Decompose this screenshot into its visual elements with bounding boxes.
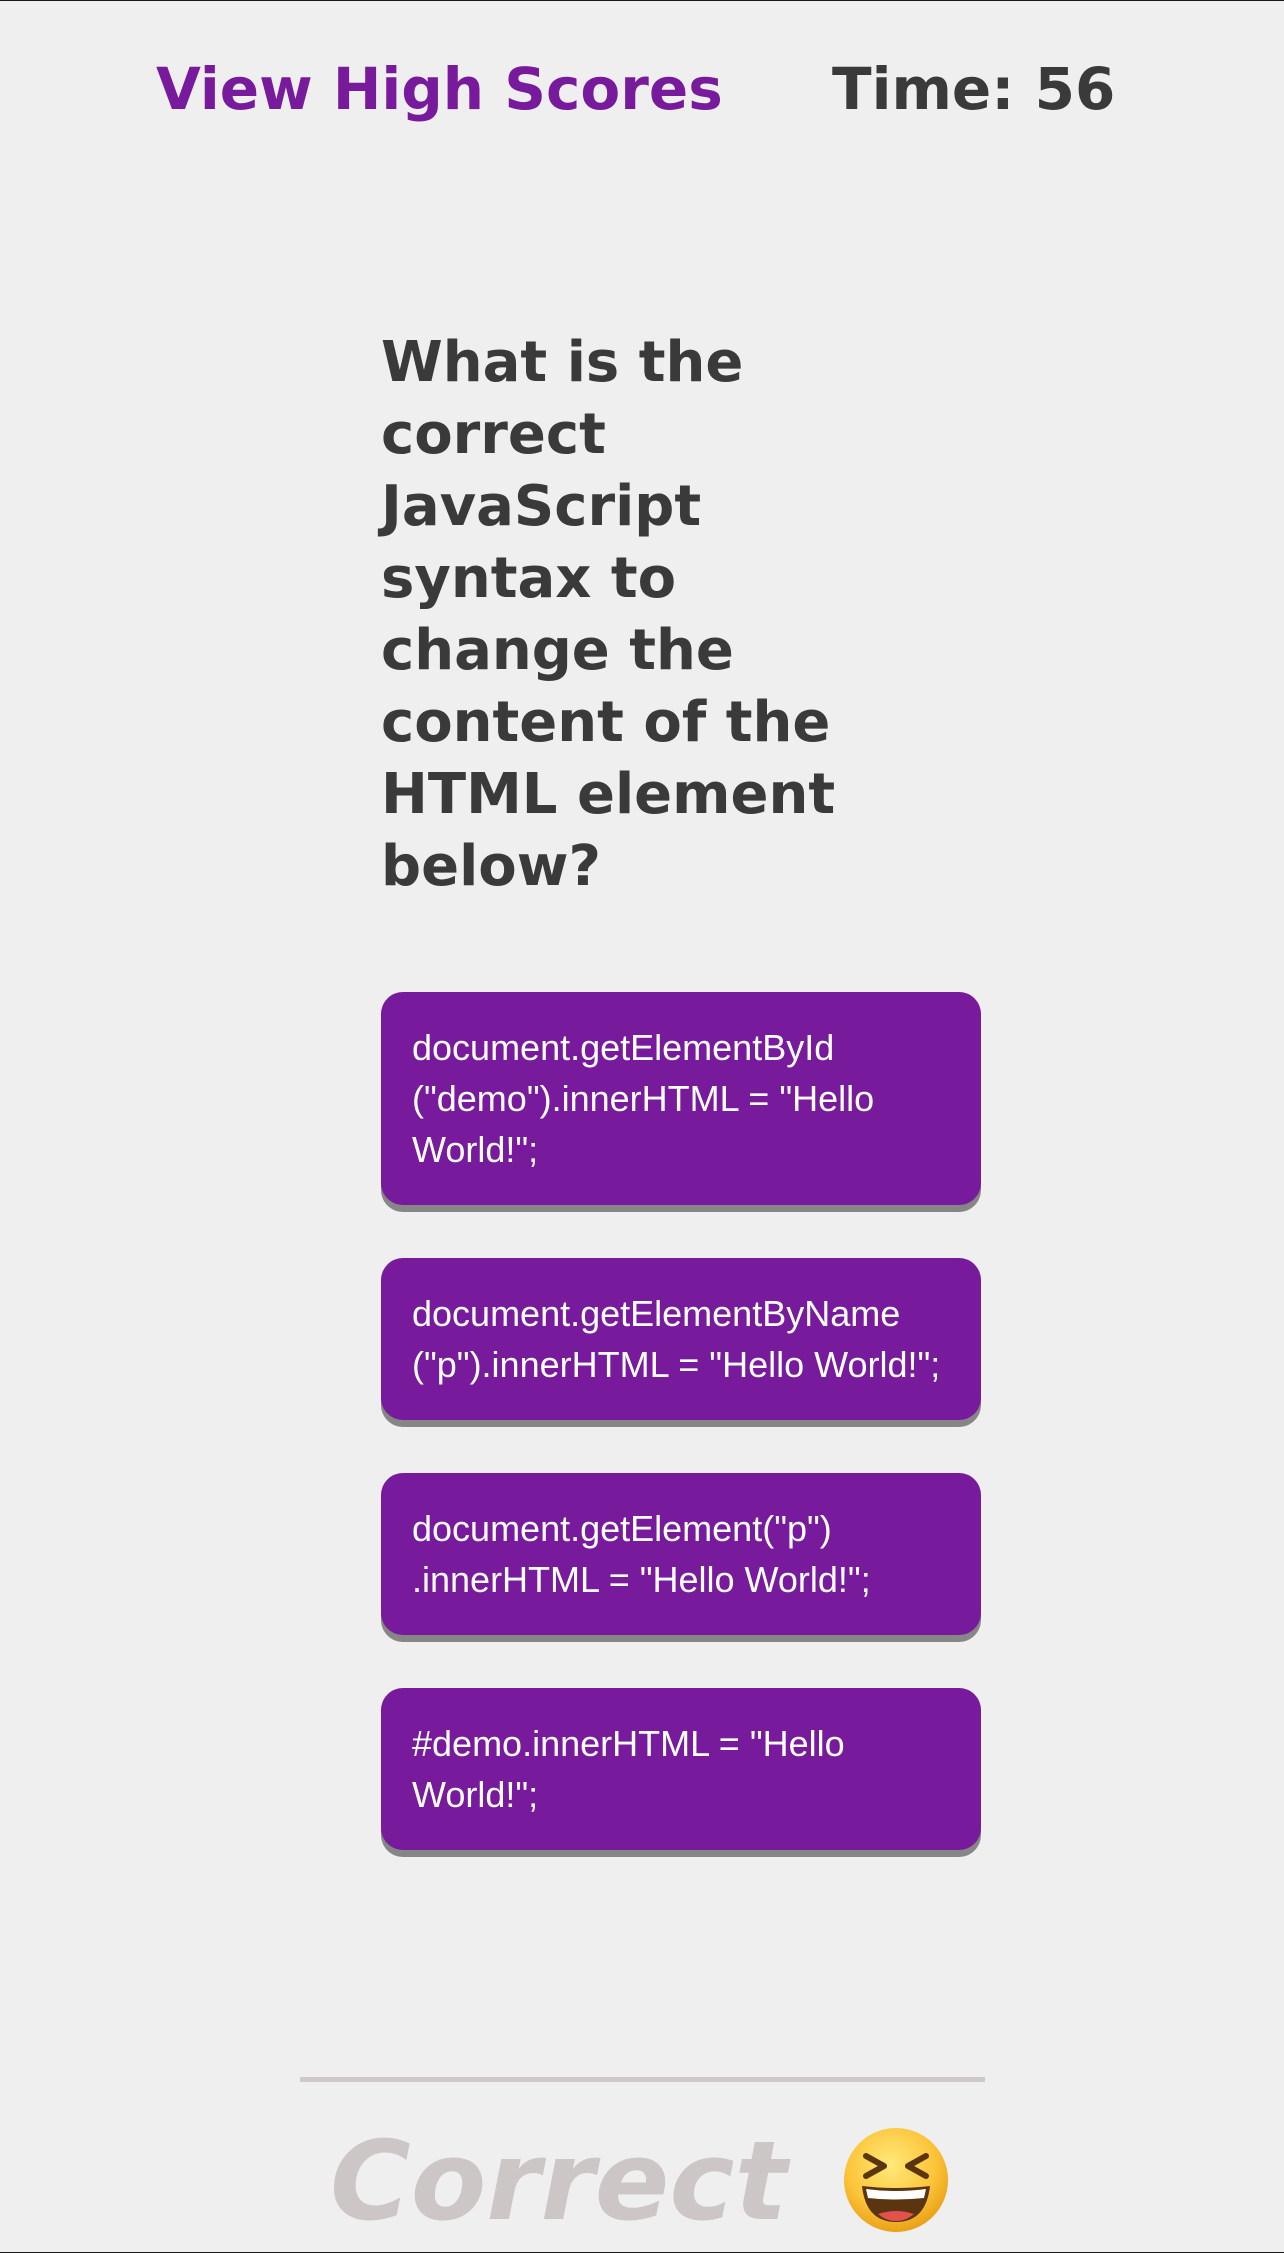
answer-list: document.getElementById ("demo").innerHT… xyxy=(381,992,981,1903)
timer: Time: 56 xyxy=(832,55,1116,123)
question-text: What is the correct JavaScript syntax to… xyxy=(381,330,836,899)
view-high-scores-link[interactable]: View High Scores xyxy=(156,55,723,123)
header: View High Scores Time: 56 xyxy=(0,51,1284,131)
feedback-divider xyxy=(300,2077,985,2082)
answer-button-1[interactable]: document.getElementById ("demo").innerHT… xyxy=(381,992,981,1205)
result-text: Correct xyxy=(330,2117,788,2245)
answer-button-4[interactable]: #demo.innerHTML = "Hello World!"; xyxy=(381,1688,981,1850)
answer-button-2[interactable]: document.getElementByName ("p").innerHTM… xyxy=(381,1258,981,1420)
grinning-squinting-face-icon xyxy=(842,2126,950,2234)
answer-button-3[interactable]: document.getElement("p") .innerHTML = "H… xyxy=(381,1473,981,1635)
